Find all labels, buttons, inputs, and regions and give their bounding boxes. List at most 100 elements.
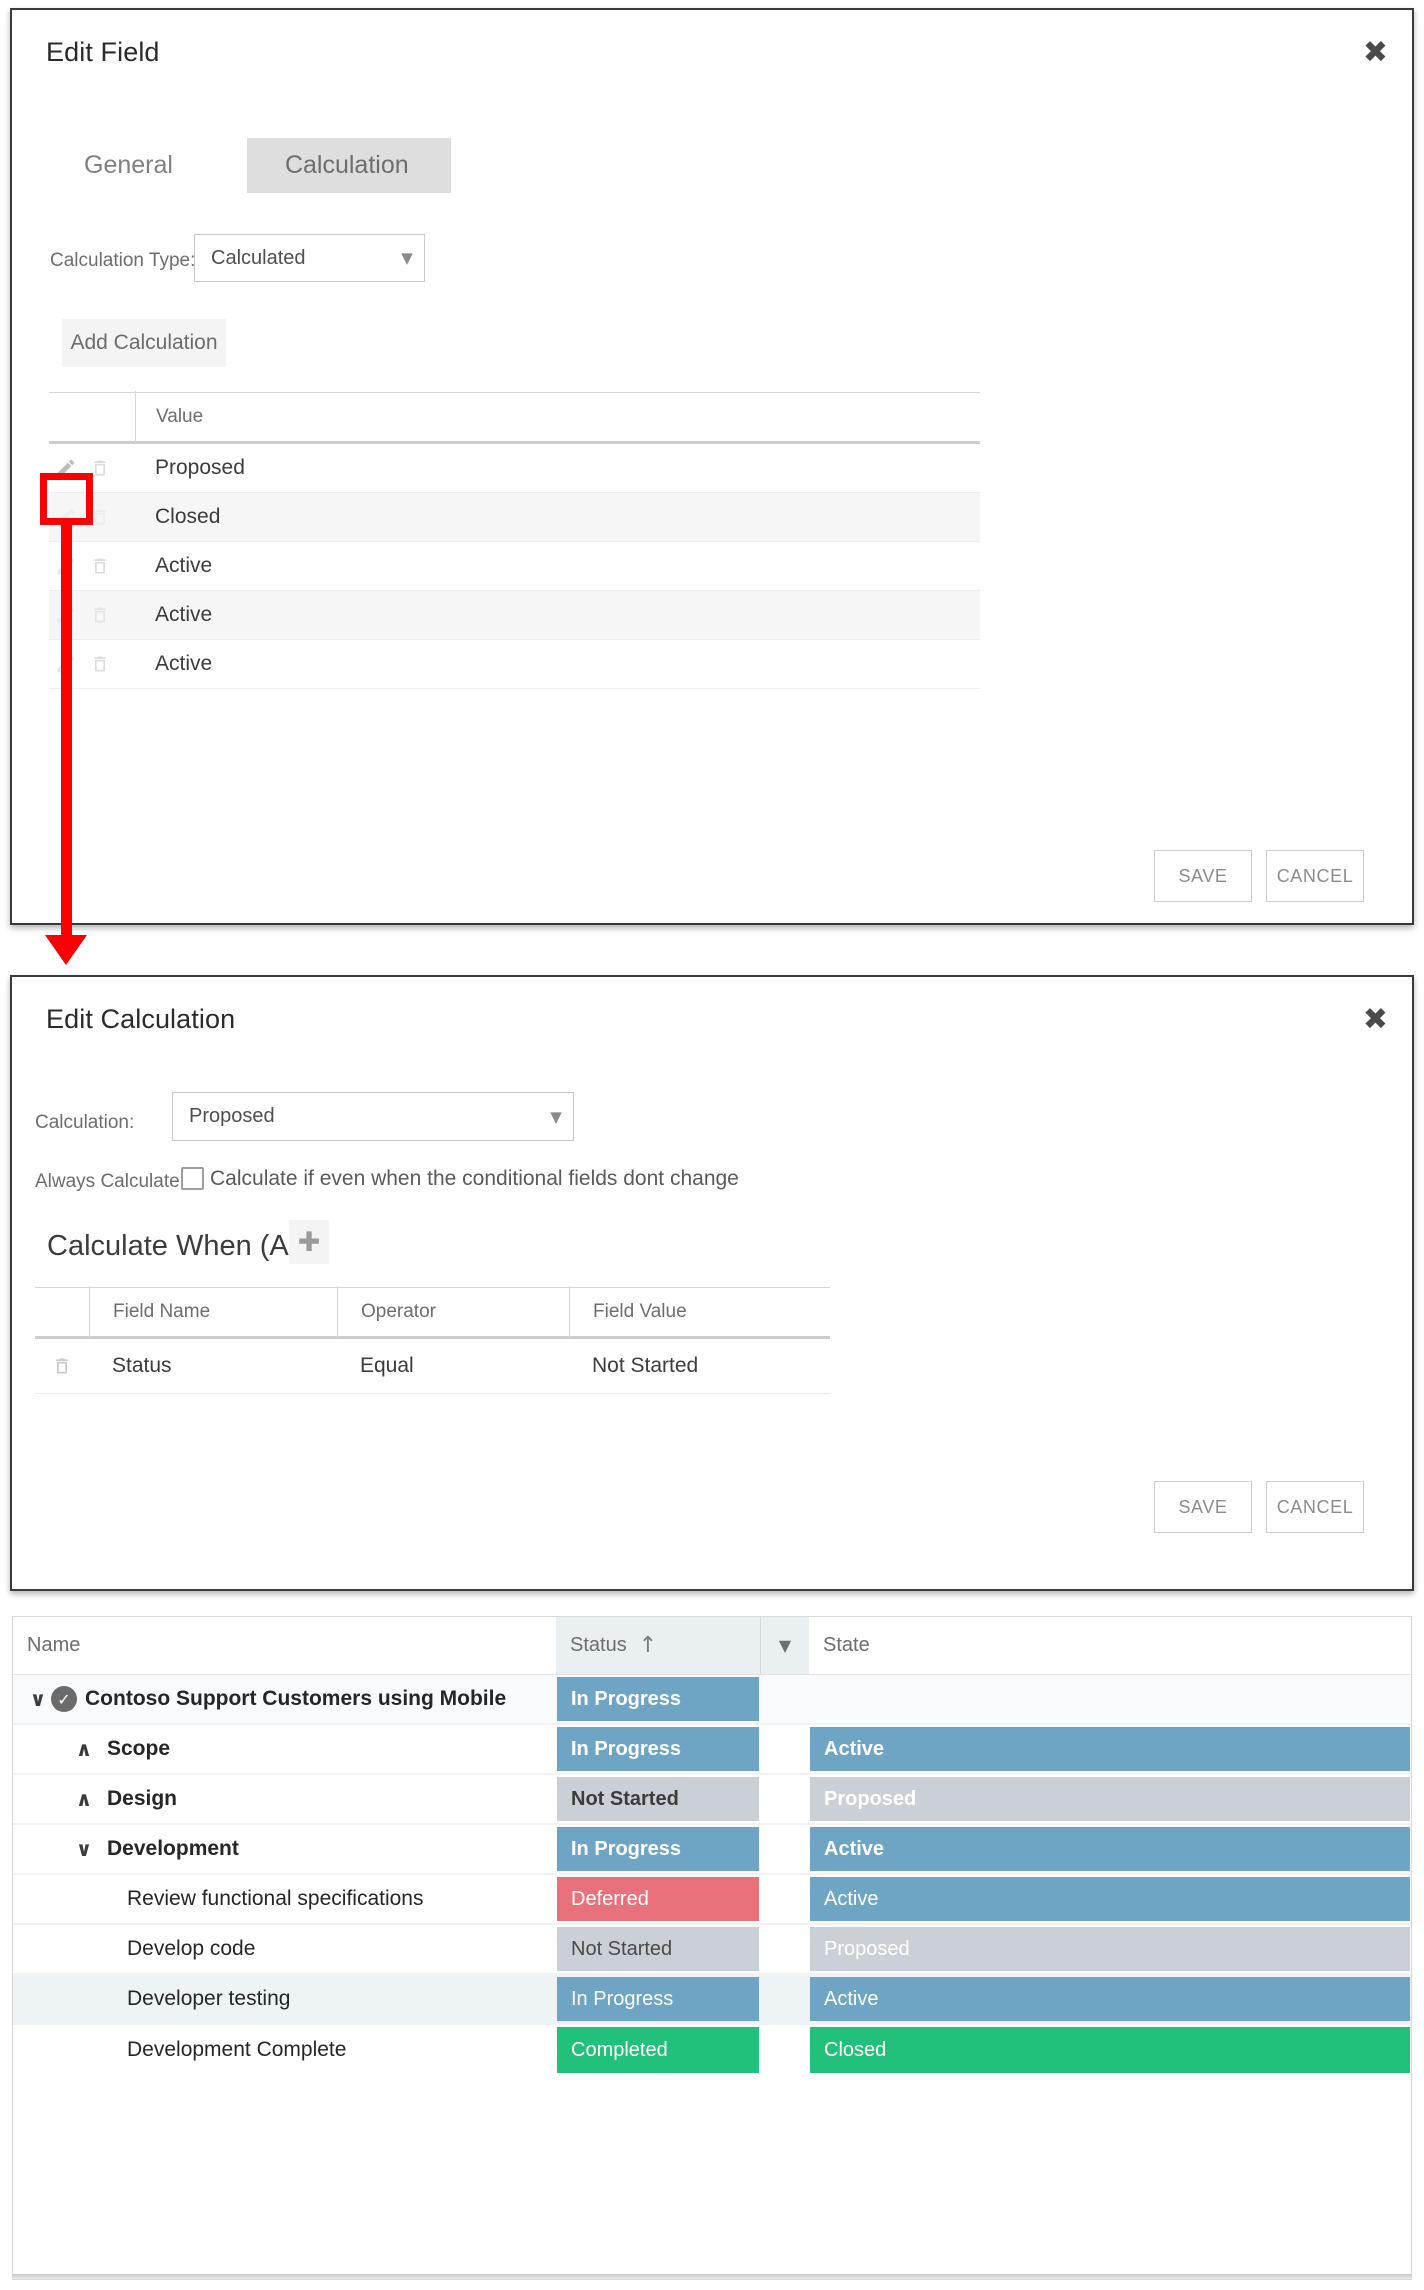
trash-icon[interactable]: [83, 604, 117, 626]
cancel-button[interactable]: CANCEL: [1266, 850, 1364, 902]
chevron-down-icon[interactable]: ∨: [71, 1837, 97, 1861]
state-badge: [810, 1677, 1410, 1721]
row-name: Review functional specifications: [13, 1875, 556, 1923]
table-row[interactable]: Active: [49, 591, 980, 640]
col-actions: [35, 1286, 89, 1338]
table-row[interactable]: Development Complete Completed Closed: [13, 2025, 1411, 2075]
save-button[interactable]: SAVE: [1154, 850, 1252, 902]
table-row[interactable]: ∨ Development In Progress Active: [13, 1825, 1411, 1875]
backlog-grid: Name Status ↑ ▼ State ∨ ✓ Contoso Suppor…: [12, 1616, 1412, 2280]
row-value: Proposed: [155, 456, 245, 479]
edit-calculation-title: Edit Calculation: [46, 1004, 236, 1034]
trash-icon[interactable]: [35, 1355, 89, 1377]
annotation-highlight-box: [40, 473, 93, 525]
table-row[interactable]: Proposed: [49, 444, 980, 493]
state-badge: Active: [810, 1977, 1410, 2021]
annotation-arrow-line: [61, 525, 72, 940]
calculation-table-header: Value: [49, 391, 980, 444]
row-name: ∧ Design: [13, 1775, 556, 1823]
calculation-type-select[interactable]: Calculated ▼: [194, 234, 425, 282]
table-row[interactable]: Developer testing In Progress Active: [13, 1975, 1411, 2025]
chevron-down-icon: ▼: [550, 1107, 562, 1126]
table-row[interactable]: Develop code Not Started Proposed: [13, 1925, 1411, 1975]
edit-field-title: Edit Field: [46, 37, 160, 67]
row-value: Closed: [155, 505, 221, 528]
table-row[interactable]: Status Equal Not Started: [35, 1339, 830, 1394]
conditions-table: Field Name Operator Field Value Status E…: [35, 1286, 830, 1394]
row-name-text: Review functional specifications: [127, 1887, 424, 1910]
row-name-text: Develop code: [127, 1937, 256, 1960]
col-field-value: Field Value: [569, 1286, 830, 1338]
table-row[interactable]: ∨ ✓ Contoso Support Customers using Mobi…: [13, 1675, 1411, 1725]
col-actions: [49, 391, 135, 443]
tabstrip: General Calculation: [50, 138, 451, 193]
table-row[interactable]: ∧ Scope In Progress Active: [13, 1725, 1411, 1775]
table-row[interactable]: Closed: [49, 493, 980, 542]
add-calculation-button[interactable]: Add Calculation: [62, 319, 226, 367]
row-name: Development Complete: [13, 2025, 556, 2075]
annotation-arrow-head: [45, 935, 87, 965]
table-row[interactable]: Active: [49, 640, 980, 689]
chevron-down-icon: ▼: [401, 249, 413, 267]
row-name: Developer testing: [13, 1975, 556, 2023]
status-badge: In Progress: [557, 1727, 759, 1771]
state-badge: Proposed: [810, 1927, 1410, 1971]
always-calculate-text: Calculate if even when the conditional f…: [210, 1167, 739, 1190]
state-badge: Active: [810, 1827, 1410, 1871]
col-field-name: Field Name: [89, 1286, 337, 1338]
table-row[interactable]: Review functional specifications Deferre…: [13, 1875, 1411, 1925]
trash-icon[interactable]: [83, 555, 117, 577]
status-badge: Completed: [557, 2027, 759, 2073]
always-calculate-checkbox[interactable]: [181, 1167, 204, 1190]
calculation-select[interactable]: Proposed ▼: [172, 1092, 574, 1141]
trash-icon[interactable]: [83, 653, 117, 675]
row-name-text: Development Complete: [127, 2038, 347, 2061]
row-value: Active: [155, 603, 213, 626]
chevron-up-icon[interactable]: ∧: [71, 1787, 97, 1811]
row-name: Develop code: [13, 1925, 556, 1973]
tab-calculation[interactable]: Calculation: [246, 138, 451, 193]
sort-ascending-icon: ↑: [638, 1633, 658, 1658]
edit-field-dialog: Edit Field ✖ General Calculation Calcula…: [10, 8, 1414, 925]
state-badge: Active: [810, 1727, 1410, 1771]
state-badge: Closed: [810, 2027, 1410, 2073]
table-row[interactable]: Active: [49, 542, 980, 591]
status-badge: In Progress: [557, 1677, 759, 1721]
col-value: Value: [135, 391, 980, 443]
col-operator: Operator: [337, 1286, 569, 1338]
grid-bottom-divider: [12, 2274, 1412, 2279]
close-icon[interactable]: ✖: [1363, 1005, 1388, 1035]
row-value: Active: [155, 652, 213, 675]
backlog-grid-header: Name Status ↑ ▼ State: [13, 1617, 1411, 1675]
column-header-status[interactable]: Status ↑: [556, 1617, 760, 1674]
row-name: ∨ ✓ Contoso Support Customers using Mobi…: [13, 1675, 556, 1723]
row-name-text: Design: [107, 1787, 178, 1810]
cancel-button[interactable]: CANCEL: [1266, 1481, 1364, 1533]
chevron-down-icon[interactable]: ∨: [25, 1687, 51, 1711]
column-header-state[interactable]: State: [809, 1617, 1411, 1674]
column-header-status-label: Status: [570, 1634, 627, 1656]
status-badge: Not Started: [557, 1927, 759, 1971]
close-icon[interactable]: ✖: [1363, 38, 1388, 68]
calculation-type-value: Calculated: [211, 246, 306, 269]
table-row[interactable]: ∧ Design Not Started Proposed: [13, 1775, 1411, 1825]
tab-general[interactable]: General: [50, 138, 223, 193]
row-name-text: Scope: [107, 1737, 171, 1760]
save-button[interactable]: SAVE: [1154, 1481, 1252, 1533]
row-name-text: Developer testing: [127, 1987, 291, 2010]
column-filter-button[interactable]: ▼: [760, 1617, 809, 1674]
calculation-type-label: Calculation Type:: [50, 250, 196, 271]
column-header-name[interactable]: Name: [13, 1617, 556, 1674]
calculation-table: Value Proposed Closed Active Active Acti…: [49, 391, 980, 689]
plus-icon[interactable]: ✚: [289, 1220, 329, 1264]
circle-check-icon: ✓: [51, 1686, 77, 1712]
status-badge: In Progress: [557, 1977, 759, 2021]
screenshot-root: Edit Field ✖ General Calculation Calcula…: [0, 0, 1424, 2290]
edit-field-footer: SAVE CANCEL: [1154, 850, 1364, 902]
chevron-up-icon[interactable]: ∧: [71, 1737, 97, 1761]
